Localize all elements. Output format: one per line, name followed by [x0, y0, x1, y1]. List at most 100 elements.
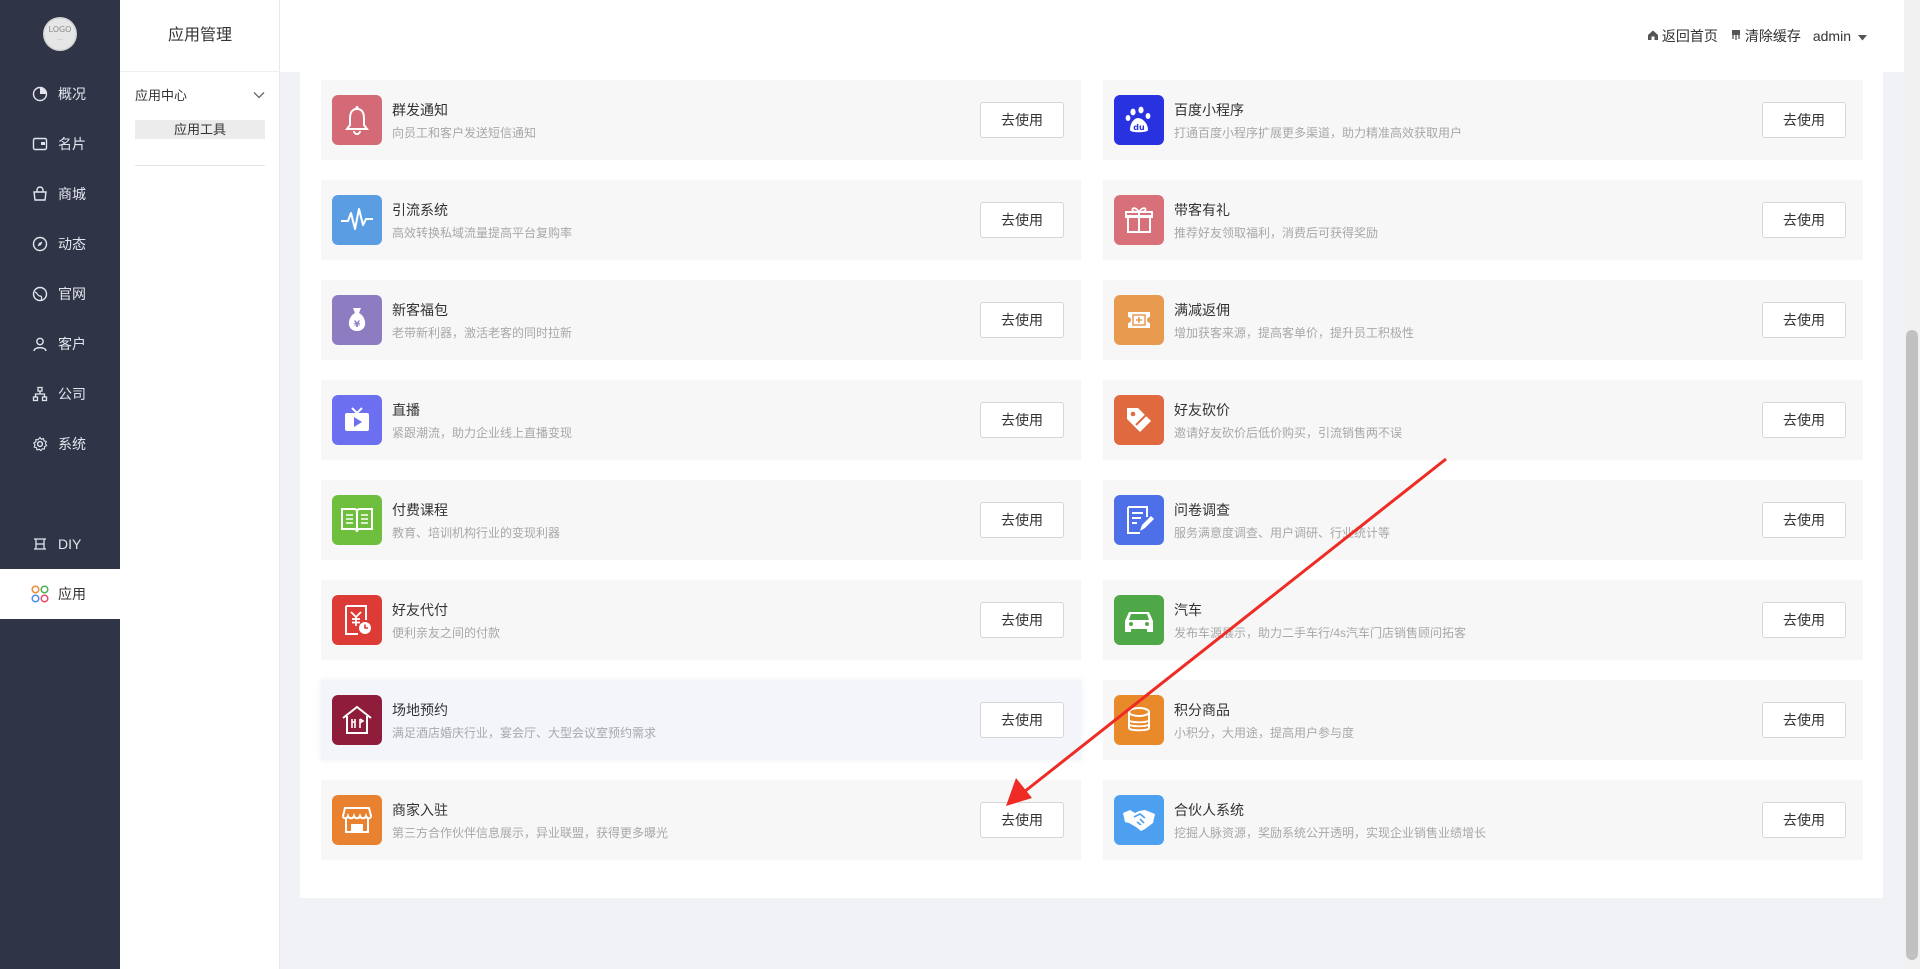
sidebar-item-mall[interactable]: 商城	[0, 169, 120, 219]
app-card-car: 汽车 发布车源展示，助力二手车行/4s汽车门店销售顾问拓客 去使用	[1103, 580, 1863, 660]
coins-icon	[1114, 695, 1164, 745]
app-desc: 便利亲友之间的付款	[392, 626, 501, 640]
app-name: 问卷调查	[1174, 502, 1230, 518]
gear-icon	[30, 436, 50, 452]
logo: LOGO ···	[43, 17, 77, 51]
sidebar-item-label: 名片	[58, 136, 86, 152]
svg-text:···: ···	[57, 37, 63, 44]
app-submenu: 应用管理 应用中心 应用工具	[120, 0, 280, 969]
use-button[interactable]: 去使用	[1762, 202, 1846, 238]
app-desc: 推荐好友领取福利，消费后可获得奖励	[1174, 226, 1379, 240]
diy-icon	[30, 536, 50, 552]
use-button[interactable]: 去使用	[980, 602, 1064, 638]
sidebar-item-company[interactable]: 公司	[0, 369, 120, 419]
use-button[interactable]: 去使用	[980, 402, 1064, 438]
app-card-baidu-miniapp: du 百度小程序 打通百度小程序扩展更多渠道，助力精准高效获取用户 去使用	[1103, 80, 1863, 160]
app-card-merchant-entry: 商家入驻 第三方合作伙伴信息展示，异业联盟，获得更多曝光 去使用	[321, 780, 1081, 860]
app-card-live-stream: 直播 紧跟潮流，助力企业线上直播变现 去使用	[321, 380, 1081, 460]
app-desc: 老带新利器，激活老客的同时拉新	[392, 326, 573, 340]
user-menu[interactable]: admin	[1813, 28, 1870, 44]
use-button[interactable]: 去使用	[980, 302, 1064, 338]
apps-icon	[30, 585, 50, 603]
app-desc: 增加获客来源，提高客单价，提升员工积极性	[1174, 326, 1415, 340]
app-list-panel: 群发通知 向员工和客户发送短信通知 去使用 du 百度小程序 打通百度小程序扩展…	[300, 60, 1883, 898]
app-name: 满减返佣	[1174, 302, 1230, 318]
app-desc: 教育、培训机构行业的变现利器	[392, 526, 561, 540]
submenu-group-app-center[interactable]: 应用中心	[135, 82, 265, 106]
yuan-clock-icon	[332, 595, 382, 645]
sidebar-item-label: 概况	[58, 86, 86, 102]
use-button[interactable]: 去使用	[1762, 102, 1846, 138]
pie-chart-icon	[30, 86, 50, 102]
divider	[135, 165, 265, 166]
app-desc: 发布车源展示，助力二手车行/4s汽车门店销售顾问拓客	[1174, 626, 1467, 640]
sidebar-item-website[interactable]: 官网	[0, 269, 120, 319]
sidebar-item-card[interactable]: 名片	[0, 119, 120, 169]
sidebar-item-label: 客户	[58, 336, 86, 352]
app-name: 群发通知	[392, 102, 448, 118]
sidebar-item-label: 公司	[58, 386, 86, 402]
use-button[interactable]: 去使用	[1762, 502, 1846, 538]
main-sidebar: LOGO ··· 概况 名片 商城 动态 官网 客户 公司 系统 DIY 应用	[0, 0, 120, 969]
use-button[interactable]: 去使用	[980, 202, 1064, 238]
app-card-traffic-system: 引流系统 高效转换私域流量提高平台复购率 去使用	[321, 180, 1081, 260]
header-actions: 返回首页 清除缓存 admin	[1635, 26, 1870, 46]
submenu-item-app-tools[interactable]: 应用工具	[135, 120, 265, 139]
use-button[interactable]: 去使用	[1762, 302, 1846, 338]
app-name: 汽车	[1174, 602, 1202, 618]
sidebar-item-label: 商城	[58, 186, 86, 202]
app-desc: 服务满意度调查、用户调研、行业统计等	[1174, 526, 1391, 540]
sidebar-item-label: 动态	[58, 236, 86, 252]
app-desc: 邀请好友砍价后低价购买，引流销售两不误	[1174, 426, 1403, 440]
sidebar-item-system[interactable]: 系统	[0, 419, 120, 469]
use-button[interactable]: 去使用	[980, 502, 1064, 538]
sidebar-item-dynamic[interactable]: 动态	[0, 219, 120, 269]
handshake-icon	[1114, 795, 1164, 845]
clear-cache-label: 清除缓存	[1744, 28, 1801, 44]
use-button[interactable]: 去使用	[1762, 402, 1846, 438]
use-button[interactable]: 去使用	[980, 802, 1064, 838]
app-desc: 小积分，大用途，提高用户参与度	[1174, 726, 1355, 740]
sidebar-item-apps[interactable]: 应用	[0, 569, 120, 619]
use-button[interactable]: 去使用	[980, 702, 1064, 738]
app-name: 新客福包	[392, 302, 448, 318]
app-desc: 挖掘人脉资源，奖励系统公开透明，实现企业销售业绩增长	[1174, 826, 1487, 840]
price-tag-icon	[1114, 395, 1164, 445]
sidebar-item-label: 官网	[58, 286, 86, 302]
app-name: 好友砍价	[1174, 402, 1230, 418]
app-card-friend-pay: 好友代付 便利亲友之间的付款 去使用	[321, 580, 1081, 660]
clear-cache-link[interactable]: 清除缓存	[1730, 26, 1801, 46]
app-name: 场地预约	[392, 702, 448, 718]
app-card-referral-gift: 带客有礼 推荐好友领取福利，消费后可获得奖励 去使用	[1103, 180, 1863, 260]
app-card-venue-booking: 场地预约 满足酒店婚庆行业，宴会厅、大型会议室预约需求 去使用	[321, 680, 1081, 760]
app-card-points-goods: 积分商品 小积分，大用途，提高用户参与度 去使用	[1103, 680, 1863, 760]
baidu-icon: du	[1114, 95, 1164, 145]
sidebar-item-overview[interactable]: 概况	[0, 69, 120, 119]
gift-icon	[1114, 195, 1164, 245]
venue-icon	[332, 695, 382, 745]
user-icon	[30, 336, 50, 352]
app-card-new-customer-pack: ¥ 新客福包 老带新利器，激活老客的同时拉新 去使用	[321, 280, 1081, 360]
app-card-survey: 问卷调查 服务满意度调查、用户调研、行业统计等 去使用	[1103, 480, 1863, 560]
sidebar-item-diy[interactable]: DIY	[0, 519, 120, 569]
app-desc: 高效转换私域流量提高平台复购率	[392, 226, 573, 240]
sidebar-item-customer[interactable]: 客户	[0, 319, 120, 369]
use-button[interactable]: 去使用	[1762, 802, 1846, 838]
card-icon	[30, 136, 50, 152]
home-icon	[1647, 28, 1662, 44]
caret-down-icon	[1858, 28, 1870, 44]
use-button[interactable]: 去使用	[1762, 702, 1846, 738]
app-desc: 第三方合作伙伴信息展示，异业联盟，获得更多曝光	[392, 826, 669, 840]
home-link[interactable]: 返回首页	[1647, 26, 1718, 46]
svg-text:du: du	[1133, 123, 1145, 132]
use-button[interactable]: 去使用	[1762, 602, 1846, 638]
app-name: 积分商品	[1174, 702, 1230, 718]
app-desc: 紧跟潮流，助力企业线上直播变现	[392, 426, 573, 440]
scrollbar-thumb[interactable]	[1906, 330, 1918, 960]
app-name: 引流系统	[392, 202, 448, 218]
sidebar-item-label: DIY	[58, 536, 82, 552]
submenu-title: 应用管理	[120, 0, 280, 72]
app-name: 商家入驻	[392, 802, 448, 818]
use-button[interactable]: 去使用	[980, 102, 1064, 138]
money-bag-icon: ¥	[332, 295, 382, 345]
